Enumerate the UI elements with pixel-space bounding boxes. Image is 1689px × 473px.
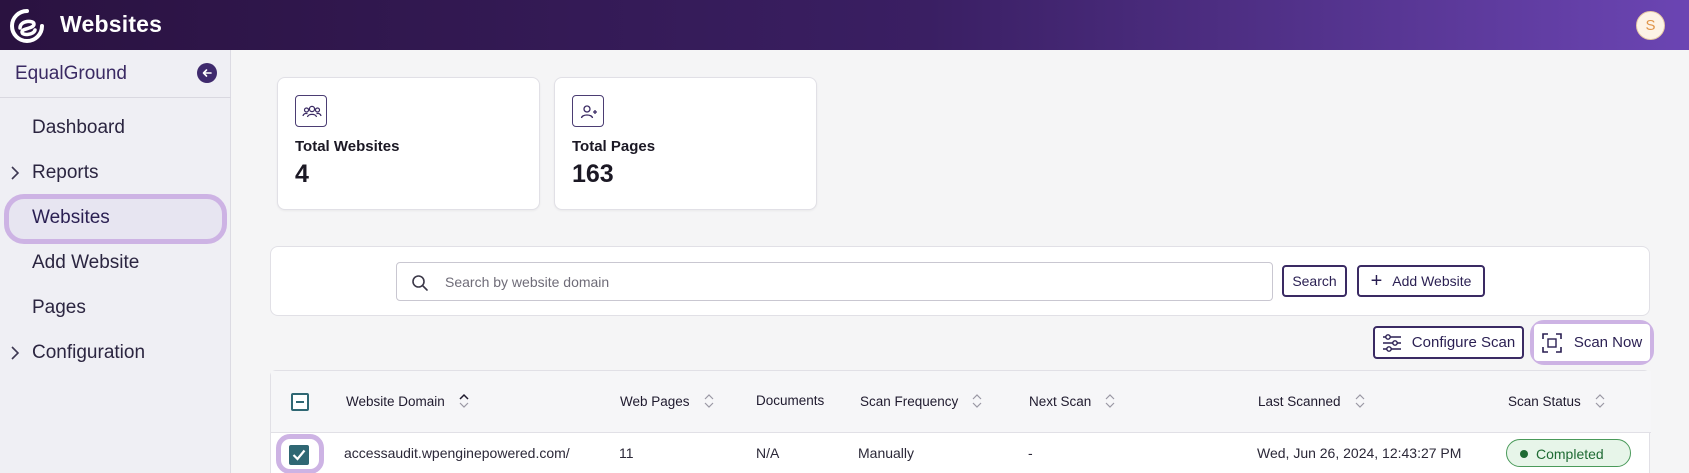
sidebar-item-label: Dashboard [32,117,125,138]
sidebar-item-label: Add Website [32,252,140,273]
cell-web-pages: 11 [619,445,634,461]
sidebar-item-add-website[interactable]: Add Website [0,242,231,284]
cell-frequency: Manually [858,445,915,461]
sort-icon[interactable] [972,393,982,409]
add-website-label: Add Website [1392,273,1472,289]
column-next-scan[interactable]: Next Scan [1029,393,1115,409]
search-icon [412,275,428,291]
user-add-icon [572,95,604,127]
scan-now-button[interactable]: Scan Now [1534,324,1650,361]
sidebar-item-websites[interactable]: Websites [0,194,231,244]
scan-frame-icon [1542,332,1562,353]
cell-next-scan: - [1028,445,1033,461]
select-all-checkbox[interactable] [291,393,309,411]
sort-icon[interactable] [1595,393,1605,409]
column-website-domain[interactable]: Website Domain [346,393,469,409]
column-web-pages[interactable]: Web Pages [620,393,714,409]
sidebar-item-label: Pages [32,297,86,318]
sidebar-item-label: Configuration [32,342,146,363]
arrow-left-icon [202,69,212,77]
logo-icon [10,9,44,43]
cell-domain[interactable]: accessaudit.wpenginepowered.com/ [344,445,570,461]
column-documents: Documents [756,393,825,408]
stat-label: Total Websites [295,138,400,155]
stat-value: 4 [295,160,309,188]
search-box [396,262,1273,301]
status-badge: Completed [1506,439,1631,467]
sort-icon[interactable] [459,393,469,409]
avatar[interactable]: S [1636,11,1665,40]
sidebar-item-dashboard[interactable]: Dashboard [0,107,231,149]
page-title: Websites [60,11,163,37]
top-bar: Websites S [0,0,1689,50]
column-scan-status[interactable]: Scan Status [1508,393,1605,409]
org-name: EqualGround [15,63,127,84]
chevron-right-icon [11,346,20,360]
configure-scan-button[interactable]: Configure Scan [1373,326,1524,359]
search-input[interactable] [445,271,1245,293]
column-scan-frequency[interactable]: Scan Frequency [860,393,982,409]
stat-value: 163 [572,160,614,188]
sidebar-item-pages[interactable]: Pages [0,287,231,329]
column-last-scanned[interactable]: Last Scanned [1258,393,1365,409]
plus-icon: + [1370,270,1383,292]
chevron-right-icon [11,166,20,180]
users-icon [295,95,327,127]
sort-icon[interactable] [1355,393,1365,409]
sort-icon[interactable] [704,393,714,409]
status-dot-icon [1520,450,1528,458]
stat-card-total-websites: Total Websites 4 [277,77,540,210]
cell-last-scanned: Wed, Jun 26, 2024, 12:43:27 PM [1257,445,1462,461]
stat-card-total-pages: Total Pages 163 [554,77,817,210]
collapse-sidebar-button[interactable] [197,63,217,83]
table-header: Website Domain Web Pages Documents Scan … [271,371,1651,433]
check-icon [292,449,306,461]
sliders-icon [1382,333,1401,352]
stat-label: Total Pages [572,138,656,155]
sidebar-item-reports[interactable]: Reports [0,152,231,194]
row-checkbox[interactable] [289,445,309,465]
cell-documents: N/A [756,445,780,461]
scan-now-label: Scan Now [1573,334,1643,351]
configure-scan-label: Configure Scan [1411,334,1516,351]
sidebar-item-configuration[interactable]: Configuration [0,332,231,374]
org-header: EqualGround [0,50,231,98]
sidebar-item-label: Reports [32,162,99,183]
add-website-button[interactable]: + Add Website [1357,265,1485,297]
websites-table: Website Domain Web Pages Documents Scan … [270,370,1651,473]
search-button[interactable]: Search [1282,265,1347,297]
search-button-label: Search [1292,273,1337,289]
sidebar-item-label: Websites [32,207,110,228]
table-row[interactable]: accessaudit.wpenginepowered.com/ 11 N/A … [271,433,1651,473]
sidebar: EqualGround Dashboard Reports Websites A… [0,50,231,473]
sort-icon[interactable] [1105,393,1115,409]
search-panel: Search + Add Website [270,246,1650,316]
